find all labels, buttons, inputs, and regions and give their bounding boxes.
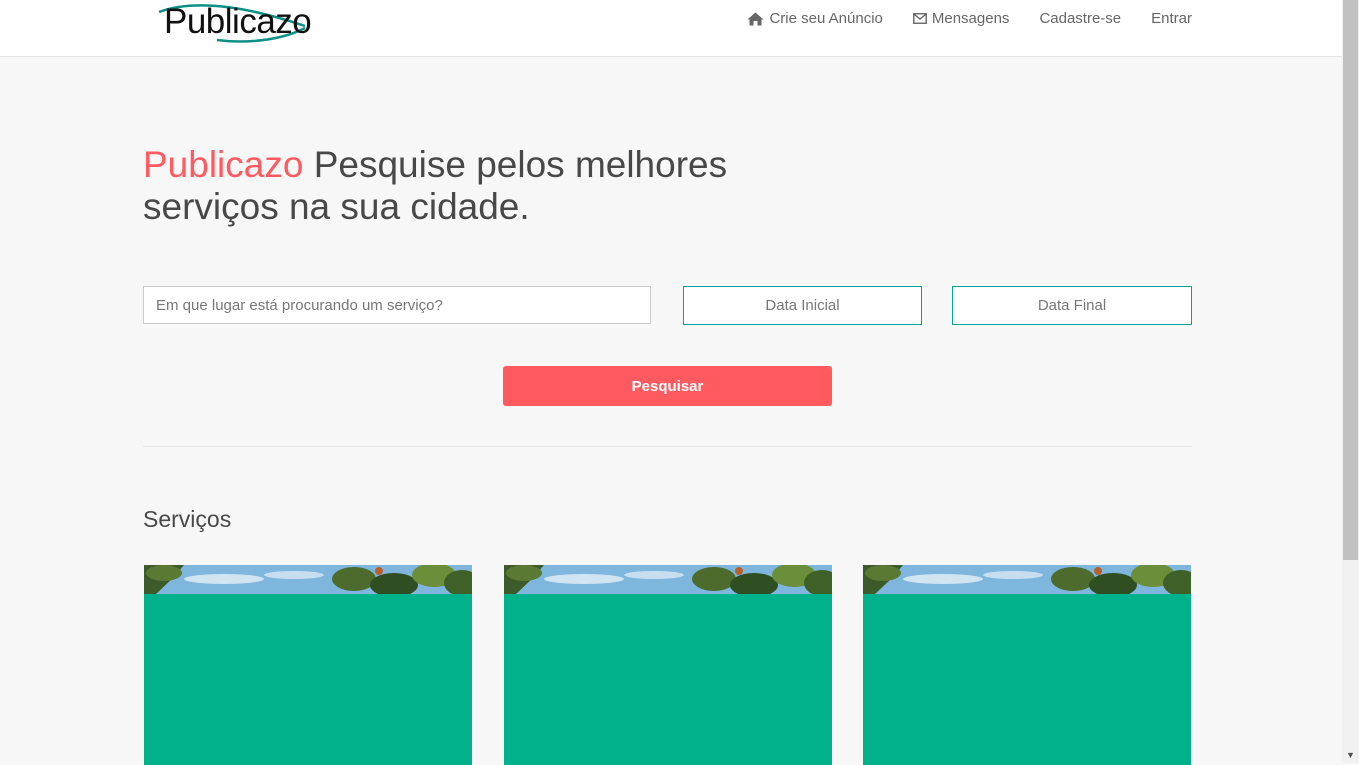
tropical-foliage-sky-photo [144,565,472,594]
location-search-input[interactable] [143,286,651,324]
hero-brand: Publicazo [143,144,304,185]
chevron-down-icon[interactable]: ▼ [1346,751,1355,760]
scrollbar-thumb[interactable] [1343,0,1358,560]
vertical-scrollbar[interactable]: ▼ [1342,0,1359,763]
end-date-input[interactable] [952,286,1192,325]
envelope-icon [912,13,927,24]
logo-text: Publicazo [164,2,312,41]
nav-login-link[interactable]: Entrar [1151,10,1192,27]
home-icon [747,12,764,25]
hero-title: Publicazo Pesquise pelos melhores serviç… [143,144,783,228]
top-navbar: Publicazo Crie seu Anúncio Mensagens Cad… [0,0,1342,57]
nav-messages-link[interactable]: Mensagens [912,10,1010,27]
section-divider [143,446,1192,447]
nav-create-ad-label: Crie seu Anúncio [769,10,883,27]
services-section-title: Serviços [143,506,232,532]
publicazo-logo[interactable]: Publicazo [157,0,312,46]
nav-messages-label: Mensagens [931,10,1010,27]
tropical-foliage-sky-photo [863,565,1191,594]
service-card[interactable] [144,565,472,765]
service-card[interactable] [504,565,832,765]
tropical-foliage-sky-photo [504,565,832,594]
nav-login-label: Entrar [1151,10,1192,27]
service-card[interactable] [863,565,1191,765]
nav-signup-label: Cadastre-se [1039,10,1122,27]
nav-create-ad-link[interactable]: Crie seu Anúncio [747,10,883,27]
nav-signup-link[interactable]: Cadastre-se [1039,10,1121,27]
nav-links: Crie seu Anúncio Mensagens Cadastre-se E… [747,10,1192,27]
search-button[interactable]: Pesquisar [503,366,832,406]
start-date-input[interactable] [683,286,922,325]
